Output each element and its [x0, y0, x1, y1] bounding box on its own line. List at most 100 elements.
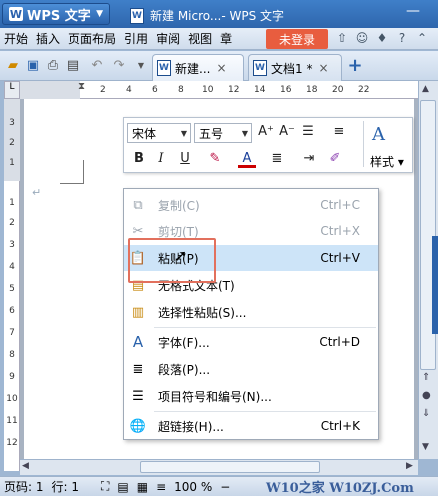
help-icon[interactable]: ? — [394, 31, 410, 47]
menu-separator — [154, 411, 376, 412]
browse-object-icon[interactable]: ● — [422, 390, 431, 401]
font-family-select[interactable]: 宋体 ▼ — [127, 123, 191, 143]
italic-button[interactable]: I — [152, 150, 170, 168]
ruler-tick: 14 — [254, 85, 266, 95]
ruler-tick: 2 — [9, 138, 15, 148]
user-icon[interactable]: ☺ — [354, 31, 370, 47]
side-panel-handle[interactable] — [432, 236, 438, 334]
line-spacing-icon[interactable]: ☰ — [299, 123, 317, 141]
print-icon[interactable]: ⎙ — [44, 57, 62, 75]
chevron-up-icon[interactable]: ⌃ — [414, 31, 430, 47]
window-title: W 新建 Micro...- WPS 文字 — [120, 3, 320, 28]
bold-button[interactable]: B — [130, 150, 148, 168]
bullets-icon: ☰ — [132, 388, 144, 404]
ruler-tick: 7 — [9, 328, 15, 338]
undo-icon[interactable]: ↶ — [88, 57, 106, 75]
ruler-tick: 5 — [9, 284, 15, 294]
paste-special-icon: ▥ — [131, 304, 145, 320]
next-page-icon[interactable]: ⇓ — [422, 408, 430, 419]
site-watermark: W10之家 W10ZJ.Com — [266, 481, 414, 496]
cut-icon: ✂ — [132, 223, 144, 239]
format-painter-icon[interactable]: ✐ — [326, 150, 344, 168]
menu-item-paste-special[interactable]: ▥ 选择性粘贴(S)... — [124, 299, 378, 325]
prev-page-icon[interactable]: ⇑ — [422, 372, 430, 383]
scrollbar-thumb[interactable] — [140, 461, 320, 473]
ruler-tick: 16 — [280, 85, 292, 95]
redo-icon[interactable]: ↷ — [110, 57, 128, 75]
ruler-corner[interactable]: L — [4, 81, 20, 99]
font-size-select[interactable]: 五号 ▼ — [194, 123, 252, 143]
app-name: WPS 文字 — [27, 8, 91, 24]
close-icon[interactable]: × — [216, 61, 226, 75]
share-icon[interactable]: ⇧ — [334, 31, 350, 47]
document-title: 新建 Micro...- WPS 文字 — [150, 9, 285, 23]
highlight-icon[interactable]: ✎ — [206, 150, 224, 168]
underline-button[interactable]: U — [176, 150, 194, 168]
minimize-button[interactable]: — — [404, 4, 422, 20]
shrink-font-button[interactable]: A⁻ — [278, 123, 296, 141]
app-menu-button[interactable]: W WPS 文字 ▼ — [2, 3, 110, 25]
ruler-tick: 22 — [358, 85, 370, 95]
menu-item-home[interactable]: 开始 — [0, 30, 32, 47]
menu-item-chapter[interactable]: 章 — [216, 30, 236, 47]
scroll-right-icon[interactable]: ▶ — [406, 461, 413, 471]
fullscreen-icon[interactable]: ⛶ — [97, 479, 113, 494]
menu-item-bullets[interactable]: ☰ 项目符号和编号(N)... — [124, 383, 378, 409]
close-icon[interactable]: × — [318, 61, 328, 75]
font-color-icon[interactable]: A — [238, 150, 256, 168]
menu-item-paragraph[interactable]: ≣ 段落(P)... — [124, 356, 378, 382]
open-folder-icon[interactable]: ▰ — [4, 57, 22, 75]
menu-item-copy[interactable]: ⧉ 复制(C) Ctrl+C — [124, 192, 378, 218]
ruler-tick: 9 — [9, 372, 15, 382]
styles-icon[interactable]: A — [372, 124, 385, 145]
ruler-tick: 10 — [6, 394, 18, 404]
add-tab-button[interactable]: + — [344, 56, 366, 78]
login-button[interactable]: 未登录 — [266, 29, 328, 49]
menu-item-font[interactable]: A 字体(F)... Ctrl+D — [124, 329, 378, 355]
ruler-tick: 8 — [178, 85, 184, 95]
scroll-down-icon[interactable]: ▼ — [422, 442, 429, 452]
ruler-tick: 1 — [9, 198, 15, 208]
ruler-tick: 1 — [9, 158, 15, 168]
ruler-tick: 12 — [6, 438, 18, 448]
ruler-tick: 8 — [9, 350, 15, 360]
ruler-tick: 20 — [332, 85, 344, 95]
outline-icon[interactable]: ≡ — [152, 480, 170, 494]
font-icon: A — [132, 333, 144, 351]
chevron-down-icon[interactable]: ▼ — [132, 57, 150, 75]
preview-icon[interactable]: ▤ — [64, 57, 82, 75]
ruler-tick: 6 — [9, 306, 15, 316]
ruler-tick: 3 — [9, 240, 15, 250]
print-layout-icon[interactable]: ▤ — [113, 480, 132, 494]
grow-font-button[interactable]: A⁺ — [257, 123, 275, 141]
save-icon[interactable]: ▣ — [24, 57, 42, 75]
zoom-level[interactable]: 100 % — [170, 480, 216, 494]
document-icon: W — [130, 7, 144, 24]
ruler-tick: 10 — [202, 85, 214, 95]
ruler-tick: 12 — [228, 85, 240, 95]
tab-label: 文档1 * — [271, 61, 313, 76]
menu-item-references[interactable]: 引用 — [120, 30, 152, 47]
menu-item-view[interactable]: 视图 — [184, 30, 216, 47]
menu-item-layout[interactable]: 页面布局 — [64, 30, 120, 47]
indent-marker-icon[interactable]: ⧗ — [78, 81, 88, 99]
word-doc-icon: W — [253, 60, 267, 76]
styles-button[interactable]: 样式 ▾ — [370, 153, 404, 170]
scroll-left-icon[interactable]: ◀ — [22, 461, 29, 471]
scroll-up-icon[interactable]: ▲ — [422, 84, 429, 94]
ruler-tick: 4 — [9, 262, 15, 272]
menu-item-review[interactable]: 审阅 — [152, 30, 184, 47]
ruler-tick: 4 — [126, 85, 132, 95]
skin-icon[interactable]: ♦ — [374, 31, 390, 47]
align-center-icon[interactable]: ≣ — [268, 150, 286, 168]
indent-icon[interactable]: ⇥ — [300, 150, 318, 168]
margin-corner-mark — [60, 160, 84, 184]
menu-item-hyperlink[interactable]: 🌐 超链接(H)... Ctrl+K — [124, 413, 378, 439]
menu-item-insert[interactable]: 插入 — [32, 30, 64, 47]
tab-document-new[interactable]: W 新建... × — [152, 54, 244, 81]
wps-logo-icon: W — [9, 7, 23, 21]
tab-document-1[interactable]: W 文档1 * × — [248, 54, 342, 81]
numbering-icon[interactable]: ≡ — [330, 123, 348, 141]
zoom-out-button[interactable]: − — [216, 480, 234, 494]
web-layout-icon[interactable]: ▦ — [133, 480, 152, 494]
